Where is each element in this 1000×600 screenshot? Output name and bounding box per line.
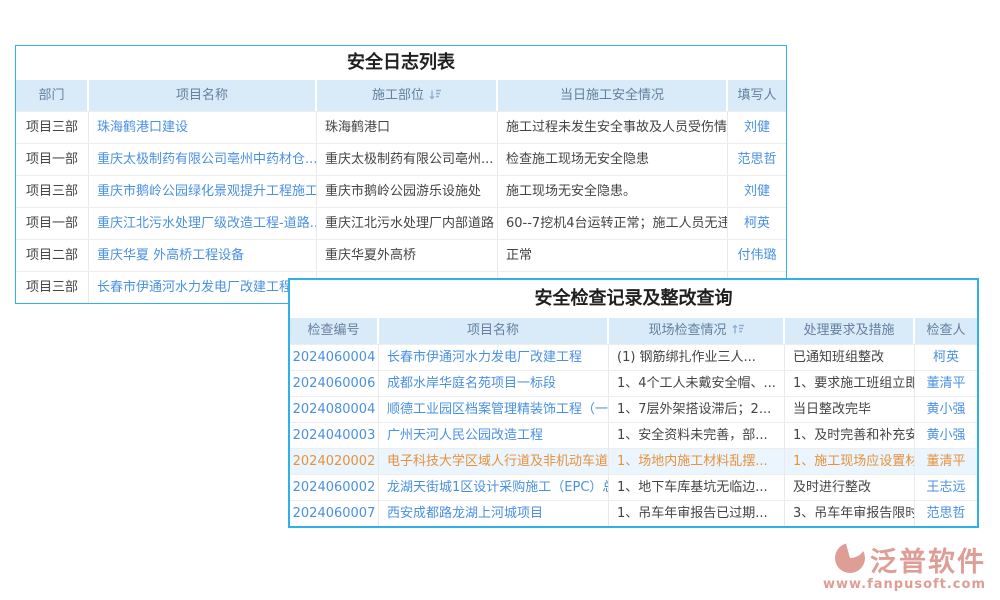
project-link[interactable]: 重庆华夏 外高桥工程设备 <box>89 239 317 271</box>
check-id-link[interactable]: 2024060007 <box>290 500 379 526</box>
fanpu-logo-icon <box>834 542 866 578</box>
dept-cell: 项目一部 <box>16 143 89 175</box>
project-link[interactable]: 成都水岸华庭名苑项目一标段 <box>379 370 609 396</box>
action-cell: 已通知班组整改 <box>785 344 915 370</box>
table-row[interactable]: 2024060006 成都水岸华庭名苑项目一标段 1、4个工人未戴安全帽、...… <box>290 370 977 396</box>
project-link[interactable]: 长春市伊通河水力发电厂改建工程 <box>379 344 609 370</box>
writer-link[interactable]: 范思哲 <box>728 143 786 175</box>
location-cell: 重庆市鹅岭公园游乐设施处 <box>317 175 498 207</box>
table-row[interactable]: 项目一部 重庆江北污水处理厂级改造工程-道路... 重庆江北污水处理厂内部道路 … <box>16 207 786 239</box>
status-cell: 施工过程未发生安全事故及人员受伤情况 <box>498 111 728 143</box>
safety-log-table: 安全日志列表 部门 项目名称 施工部位 当日施工安全情况 填写人 项目三部 珠海… <box>15 45 787 304</box>
action-cell: 1、及时完善和补充安全、质... <box>785 422 915 448</box>
project-link[interactable]: 顺德工业园区档案管理精装饰工程（一标段 <box>379 396 609 422</box>
action-cell: 1、要求施工班组立即正确佩... <box>785 370 915 396</box>
inspector-link[interactable]: 范思哲 <box>915 500 977 526</box>
action-cell: 1、施工现场应设置材料临时... <box>785 448 915 474</box>
project-link[interactable]: 龙湖天街城1区设计采购施工（EPC）总承 <box>379 474 609 500</box>
location-cell: 重庆江北污水处理厂内部道路 <box>317 207 498 239</box>
project-link[interactable]: 电子科技大学区域人行道及非机动车道工程 <box>379 448 609 474</box>
col-header-action: 处理要求及措施 <box>785 318 915 344</box>
col-header-check-id: 检查编号 <box>290 318 379 344</box>
project-link[interactable]: 广州天河人民公园改造工程 <box>379 422 609 448</box>
finding-cell: 1、场地内施工材料乱摆... <box>609 448 785 474</box>
check-id-link[interactable]: 2024040003 <box>290 422 379 448</box>
safety-inspection-table: 安全检查记录及整改查询 检查编号 项目名称 现场检查情况 处理要求及措施 检查人… <box>288 278 979 528</box>
status-cell: 60--7挖机4台运转正常；施工人员无违... <box>498 207 728 239</box>
project-link[interactable]: 西安成都路龙湖上河城项目 <box>379 500 609 526</box>
dept-cell: 项目三部 <box>16 111 89 143</box>
location-cell: 重庆太极制药有限公司亳州... <box>317 143 498 175</box>
col-header-status: 当日施工安全情况 <box>498 80 728 111</box>
brand-watermark: 泛普软件 www.fanpusoft.com <box>823 540 986 592</box>
table-header-row: 检查编号 项目名称 现场检查情况 处理要求及措施 检查人 <box>290 318 977 344</box>
finding-cell: 1、4个工人未戴安全帽、... <box>609 370 785 396</box>
table-row[interactable]: 2024040003 广州天河人民公园改造工程 1、安全资料未完善，部... 1… <box>290 422 977 448</box>
location-cell: 珠海鹤港口 <box>317 111 498 143</box>
inspector-link[interactable]: 黄小强 <box>915 422 977 448</box>
col-header-writer: 填写人 <box>728 80 786 111</box>
check-id-link[interactable]: 2024020002 <box>290 448 379 474</box>
finding-cell: 1、地下车库基坑无临边... <box>609 474 785 500</box>
dept-cell: 项目一部 <box>16 207 89 239</box>
dept-cell: 项目三部 <box>16 271 89 303</box>
col-header-location: 施工部位 <box>317 80 498 111</box>
dept-cell: 项目三部 <box>16 175 89 207</box>
project-link[interactable]: 重庆太极制药有限公司亳州中药材仓... <box>89 143 317 175</box>
sort-amount-icon[interactable] <box>429 81 441 111</box>
table-row[interactable]: 2024060004 长春市伊通河水力发电厂改建工程 (1) 钢筋绑扎作业三人.… <box>290 344 977 370</box>
table-row-selected[interactable]: 2024020002 电子科技大学区域人行道及非机动车道工程 1、场地内施工材料… <box>290 448 977 474</box>
table-row[interactable]: 2024060002 龙湖天街城1区设计采购施工（EPC）总承 1、地下车库基坑… <box>290 474 977 500</box>
check-id-link[interactable]: 2024060004 <box>290 344 379 370</box>
page-title: 安全检查记录及整改查询 <box>290 280 977 318</box>
table-row[interactable]: 项目一部 重庆太极制药有限公司亳州中药材仓... 重庆太极制药有限公司亳州...… <box>16 143 786 175</box>
project-link[interactable]: 重庆市鹅岭公园绿化景观提升工程施工 <box>89 175 317 207</box>
project-link[interactable]: 长春市伊通河水力发电厂改建工程 <box>89 271 317 303</box>
inspector-link[interactable]: 黄小强 <box>915 396 977 422</box>
writer-link[interactable]: 付伟璐 <box>728 239 786 271</box>
table-row[interactable]: 2024080004 顺德工业园区档案管理精装饰工程（一标段 1、7层外架搭设滞… <box>290 396 977 422</box>
project-link[interactable]: 重庆江北污水处理厂级改造工程-道路... <box>89 207 317 239</box>
check-id-link[interactable]: 2024080004 <box>290 396 379 422</box>
page-title: 安全日志列表 <box>16 46 786 80</box>
brand-name: 泛普软件 <box>870 540 986 579</box>
finding-cell: 1、吊车年审报告已过期... <box>609 500 785 526</box>
table-row[interactable]: 项目二部 重庆华夏 外高桥工程设备 重庆华夏外高桥 正常 付伟璐 <box>16 239 786 271</box>
table-body: 项目三部 珠海鹤港口建设 珠海鹤港口 施工过程未发生安全事故及人员受伤情况 刘健… <box>16 111 786 303</box>
table-row[interactable]: 项目三部 珠海鹤港口建设 珠海鹤港口 施工过程未发生安全事故及人员受伤情况 刘健 <box>16 111 786 143</box>
inspector-link[interactable]: 董清平 <box>915 370 977 396</box>
inspector-link[interactable]: 柯英 <box>915 344 977 370</box>
inspector-link[interactable]: 董清平 <box>915 448 977 474</box>
table-header-row: 部门 项目名称 施工部位 当日施工安全情况 填写人 <box>16 80 786 111</box>
col-header-project: 项目名称 <box>379 318 609 344</box>
dept-cell: 项目二部 <box>16 239 89 271</box>
col-header-finding: 现场检查情况 <box>609 318 785 344</box>
check-id-link[interactable]: 2024060002 <box>290 474 379 500</box>
table-row[interactable]: 项目三部 重庆市鹅岭公园绿化景观提升工程施工 重庆市鹅岭公园游乐设施处 施工现场… <box>16 175 786 207</box>
col-header-dept: 部门 <box>16 80 89 111</box>
location-cell: 重庆华夏外高桥 <box>317 239 498 271</box>
table-row[interactable]: 2024060007 西安成都路龙湖上河城项目 1、吊车年审报告已过期... 3… <box>290 500 977 526</box>
project-link[interactable]: 珠海鹤港口建设 <box>89 111 317 143</box>
action-cell: 当日整改完毕 <box>785 396 915 422</box>
sort-amount-icon[interactable] <box>732 319 744 344</box>
writer-link[interactable]: 刘健 <box>728 111 786 143</box>
table-body: 2024060004 长春市伊通河水力发电厂改建工程 (1) 钢筋绑扎作业三人.… <box>290 344 977 526</box>
check-id-link[interactable]: 2024060006 <box>290 370 379 396</box>
col-header-project: 项目名称 <box>89 80 317 111</box>
action-cell: 3、吊车年审报告限时上交。 <box>785 500 915 526</box>
status-cell: 正常 <box>498 239 728 271</box>
status-cell: 施工现场无安全隐患。 <box>498 175 728 207</box>
action-cell: 及时进行整改 <box>785 474 915 500</box>
status-cell: 检查施工现场无安全隐患 <box>498 143 728 175</box>
col-header-inspector: 检查人 <box>915 318 977 344</box>
brand-url: www.fanpusoft.com <box>823 577 986 592</box>
finding-cell: 1、安全资料未完善，部... <box>609 422 785 448</box>
finding-cell: (1) 钢筋绑扎作业三人... <box>609 344 785 370</box>
writer-link[interactable]: 刘健 <box>728 175 786 207</box>
writer-link[interactable]: 柯英 <box>728 207 786 239</box>
inspector-link[interactable]: 王志远 <box>915 474 977 500</box>
finding-cell: 1、7层外架搭设滞后；2... <box>609 396 785 422</box>
